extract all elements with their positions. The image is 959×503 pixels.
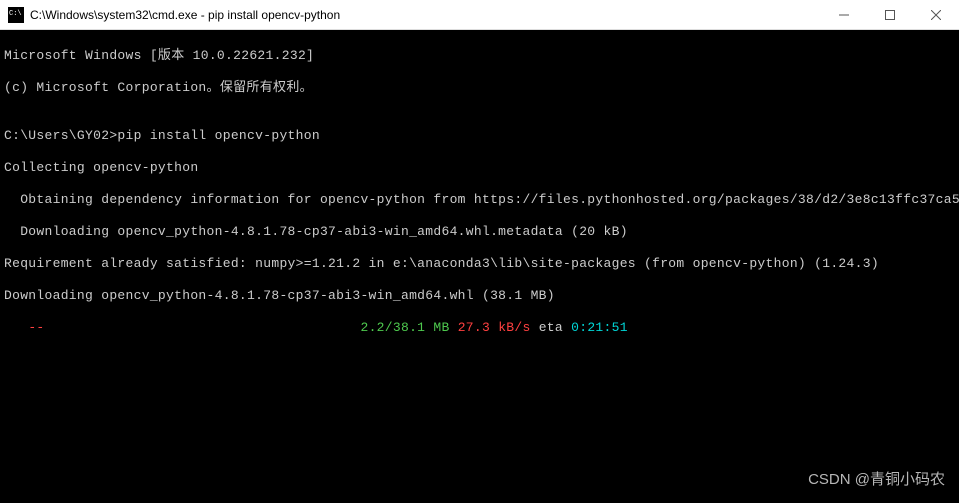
window-title: C:\Windows\system32\cmd.exe - pip instal…	[30, 8, 821, 22]
watermark-text: CSDN @青铜小码农	[808, 468, 945, 489]
maximize-button[interactable]	[867, 0, 913, 29]
progress-line: -- 2.2/38.1 MB 27.3 kB/s eta 0:21:51	[4, 320, 955, 336]
terminal-output[interactable]: Microsoft Windows [版本 10.0.22621.232] (c…	[0, 30, 959, 354]
progress-bar: --	[28, 320, 44, 335]
maximize-icon	[885, 10, 895, 20]
terminal-prompt-line: C:\Users\GY02>pip install opencv-python	[4, 128, 955, 144]
terminal-line: Requirement already satisfied: numpy>=1.…	[4, 256, 955, 272]
terminal-line: Obtaining dependency information for ope…	[4, 192, 955, 208]
terminal-line: Downloading opencv_python-4.8.1.78-cp37-…	[4, 224, 955, 240]
terminal-line: Collecting opencv-python	[4, 160, 955, 176]
progress-size: 2.2/38.1 MB	[360, 320, 449, 335]
progress-speed: 27.3 kB/s	[450, 320, 531, 335]
progress-eta: 0:21:51	[571, 320, 628, 335]
window-controls	[821, 0, 959, 29]
minimize-button[interactable]	[821, 0, 867, 29]
terminal-line: (c) Microsoft Corporation。保留所有权利。	[4, 80, 955, 96]
terminal-line: Downloading opencv_python-4.8.1.78-cp37-…	[4, 288, 955, 304]
progress-eta-label: eta	[531, 320, 572, 335]
progress-indent	[4, 320, 28, 335]
progress-pad	[45, 320, 361, 335]
minimize-icon	[839, 10, 849, 20]
window-titlebar: C:\Windows\system32\cmd.exe - pip instal…	[0, 0, 959, 30]
close-button[interactable]	[913, 0, 959, 29]
terminal-line: Microsoft Windows [版本 10.0.22621.232]	[4, 48, 955, 64]
cmd-icon	[8, 7, 24, 23]
close-icon	[931, 10, 941, 20]
